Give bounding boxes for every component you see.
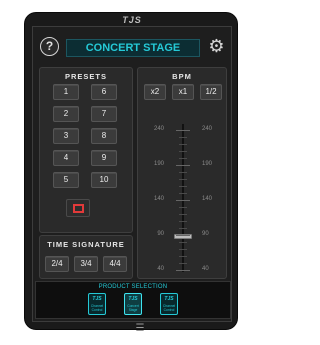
bpm-scale-label-right: 190: [202, 161, 213, 167]
bpm-scale-tick: [176, 270, 190, 271]
menu-lines-icon: ☰: [135, 323, 145, 334]
bpm-scale-tick: [179, 158, 187, 159]
brand-logo: TJS: [122, 15, 142, 25]
bpm-scale-tick: [179, 221, 187, 222]
product-item-channel-control[interactable]: TJS Channel Control: [88, 293, 106, 315]
bpm-scale-tick: [179, 256, 187, 257]
bpm-scale-tick: [179, 137, 187, 138]
bpm-scale-tick: [176, 200, 190, 201]
product-selection-bar: PRODUCT SELECTION TJS Channel Control TJ…: [35, 281, 231, 319]
preset-button-8[interactable]: 8: [91, 128, 117, 144]
preset-button-5[interactable]: 5: [53, 172, 79, 188]
preset-button-6[interactable]: 6: [91, 84, 117, 100]
preset-button-9[interactable]: 9: [91, 150, 117, 166]
bpm-scale-tick: [179, 263, 187, 264]
product-item-concert-stage[interactable]: TJS Concert Stage: [124, 293, 142, 315]
bpm-scale-tick: [179, 228, 187, 229]
time-signature-title: TIME SIGNATURE: [47, 240, 125, 249]
bpm-scale-tick: [179, 151, 187, 152]
page-title: CONCERT STAGE: [66, 39, 200, 57]
bpm-scale-label-left: 90: [157, 231, 164, 237]
product-label: Channel Control: [90, 304, 104, 312]
home-menu-button[interactable]: ☰: [130, 323, 150, 335]
stop-button[interactable]: [66, 199, 90, 217]
time-signature-4-4-button[interactable]: 4/4: [103, 256, 127, 272]
product-selection-title: PRODUCT SELECTION: [98, 284, 168, 290]
preset-button-2[interactable]: 2: [53, 106, 79, 122]
product-logo: TJS: [92, 296, 102, 302]
bpm-scale-label-right: 40: [202, 266, 209, 272]
bpm-scale-label-right: 90: [202, 231, 209, 237]
time-signature-panel: TIME SIGNATURE 2/4 3/4 4/4: [39, 235, 133, 279]
product-logo: TJS: [164, 296, 174, 302]
product-label: Channel Control: [162, 304, 176, 312]
bpm-scale-tick: [179, 207, 187, 208]
bpm-scale-tick: [179, 214, 187, 215]
bpm-scale-tick: [176, 130, 190, 131]
bpm-scale-tick: [179, 249, 187, 250]
bpm-title: BPM: [172, 72, 192, 81]
bpm-scale-label-right: 140: [202, 196, 213, 202]
bpm-panel: BPM x2 x1 1/2 240 240 190 190 140 140 90 90 40 40: [137, 67, 227, 279]
bpm-scale-tick: [179, 193, 187, 194]
bpm-x2-button[interactable]: x2: [144, 84, 166, 100]
app-screen: ? CONCERT STAGE ⚙ PRESETS 1 6 2 7 3 8 4 …: [32, 26, 233, 334]
bpm-scale-label-left: 140: [153, 196, 164, 202]
gear-icon: ⚙: [208, 36, 225, 56]
product-item-channel-control-2[interactable]: TJS Channel Control: [160, 293, 178, 315]
preset-button-10[interactable]: 10: [91, 172, 117, 188]
top-bar: ? CONCERT STAGE ⚙: [33, 27, 233, 67]
stop-square-icon: [73, 204, 84, 213]
bpm-scale-tick: [179, 179, 187, 180]
question-circle-icon: ?: [45, 39, 54, 53]
tablet-frame: TJS ? CONCERT STAGE ⚙ PRESETS 1 6 2 7 3 …: [24, 12, 238, 334]
help-button[interactable]: ?: [40, 37, 59, 56]
bpm-scale-label-left: 190: [153, 161, 164, 167]
bpm-scale-tick: [176, 235, 190, 236]
bpm-scale-tick: [179, 186, 187, 187]
bpm-scale-label-right: 240: [202, 126, 213, 132]
bpm-scale-label-left: 240: [153, 126, 164, 132]
bpm-scale-tick: [179, 172, 187, 173]
product-label: Concert Stage: [127, 304, 139, 312]
bpm-scale-tick: [179, 144, 187, 145]
preset-button-1[interactable]: 1: [53, 84, 79, 100]
presets-title: PRESETS: [64, 72, 107, 81]
bpm-scale-tick: [176, 165, 190, 166]
time-signature-3-4-button[interactable]: 3/4: [74, 256, 98, 272]
bpm-scale-tick: [179, 242, 187, 243]
preset-button-4[interactable]: 4: [53, 150, 79, 166]
settings-button[interactable]: ⚙: [207, 37, 226, 56]
bpm-x1-button[interactable]: x1: [172, 84, 194, 100]
preset-button-3[interactable]: 3: [53, 128, 79, 144]
time-signature-2-4-button[interactable]: 2/4: [45, 256, 69, 272]
product-logo: TJS: [128, 296, 138, 302]
preset-button-7[interactable]: 7: [91, 106, 117, 122]
presets-panel: PRESETS 1 6 2 7 3 8 4 9 5 10: [39, 67, 133, 233]
bpm-scale-label-left: 40: [157, 266, 164, 272]
bpm-half-button[interactable]: 1/2: [200, 84, 222, 100]
